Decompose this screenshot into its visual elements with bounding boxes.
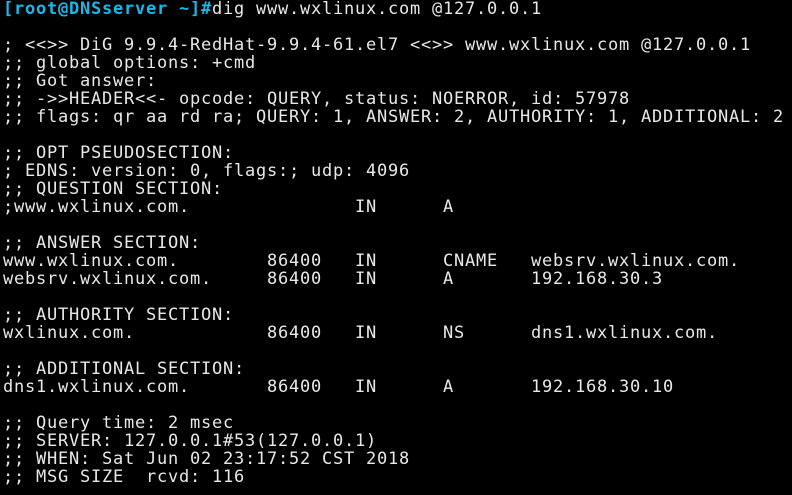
- record-ttl: 86400: [267, 269, 322, 289]
- record-ttl: 86400: [267, 377, 322, 397]
- record-data: websrv.wxlinux.com.: [531, 251, 740, 271]
- record-class: IN: [355, 197, 377, 217]
- record-ttl: 86400: [267, 323, 322, 343]
- record-data: dns1.wxlinux.com.: [531, 323, 718, 343]
- flags-line: ;; flags: qr aa rd ra; QUERY: 1, ANSWER:…: [3, 107, 784, 127]
- record-type: A: [443, 377, 454, 397]
- authority-section-title: ;; AUTHORITY SECTION:: [3, 305, 234, 325]
- record-type: CNAME: [443, 251, 498, 271]
- record-type: NS: [443, 323, 465, 343]
- global-options-line: ;; global options: +cmd: [3, 53, 256, 73]
- record-data: 192.168.30.3: [531, 269, 663, 289]
- record-data: 192.168.30.10: [531, 377, 674, 397]
- record-class: IN: [355, 269, 377, 289]
- record-name: dns1.wxlinux.com.: [3, 377, 190, 397]
- got-answer-line: ;; Got answer:: [3, 71, 157, 91]
- terminal-screen[interactable]: [root@DNSserver ~]#dig www.wxlinux.com @…: [0, 0, 792, 495]
- record-type: A: [443, 269, 454, 289]
- query-time-line: ;; Query time: 2 msec: [3, 413, 234, 433]
- server-line: ;; SERVER: 127.0.0.1#53(127.0.0.1): [3, 431, 377, 451]
- opt-section-title: ;; OPT PSEUDOSECTION:: [3, 143, 234, 163]
- record-ttl: 86400: [267, 251, 322, 271]
- record-type: A: [443, 197, 454, 217]
- authority-record: wxlinux.com. 86400 IN NS dns1.wxlinux.co…: [3, 324, 792, 342]
- answer-section-title: ;; ANSWER SECTION:: [3, 233, 201, 253]
- dig-banner: ; <<>> DiG 9.9.4-RedHat-9.9.4-61.el7 <<>…: [3, 35, 751, 55]
- additional-section-title: ;; ADDITIONAL SECTION:: [3, 359, 245, 379]
- record-name: ;www.wxlinux.com.: [3, 197, 190, 217]
- header-status-line: ;; ->>HEADER<<- opcode: QUERY, status: N…: [3, 89, 630, 109]
- record-class: IN: [355, 377, 377, 397]
- record-name: wxlinux.com.: [3, 323, 135, 343]
- question-section-title: ;; QUESTION SECTION:: [3, 179, 223, 199]
- answer-record: www.wxlinux.com. 86400 IN CNAME websrv.w…: [3, 252, 792, 270]
- additional-record: dns1.wxlinux.com. 86400 IN A 192.168.30.…: [3, 378, 792, 396]
- record-class: IN: [355, 251, 377, 271]
- record-name: websrv.wxlinux.com.: [3, 269, 212, 289]
- command-text: dig www.wxlinux.com @127.0.0.1: [212, 0, 542, 19]
- answer-record: websrv.wxlinux.com. 86400 IN A 192.168.3…: [3, 270, 792, 288]
- shell-prompt: [root@DNSserver ~]#: [3, 0, 212, 19]
- record-name: www.wxlinux.com.: [3, 251, 179, 271]
- question-record: ;www.wxlinux.com. IN A: [3, 198, 792, 216]
- prompt-line: [root@DNSserver ~]#dig www.wxlinux.com @…: [3, 0, 792, 18]
- record-class: IN: [355, 323, 377, 343]
- edns-line: ; EDNS: version: 0, flags:; udp: 4096: [3, 161, 410, 181]
- msg-size-line: ;; MSG SIZE rcvd: 116: [3, 467, 245, 487]
- when-line: ;; WHEN: Sat Jun 02 23:17:52 CST 2018: [3, 449, 410, 469]
